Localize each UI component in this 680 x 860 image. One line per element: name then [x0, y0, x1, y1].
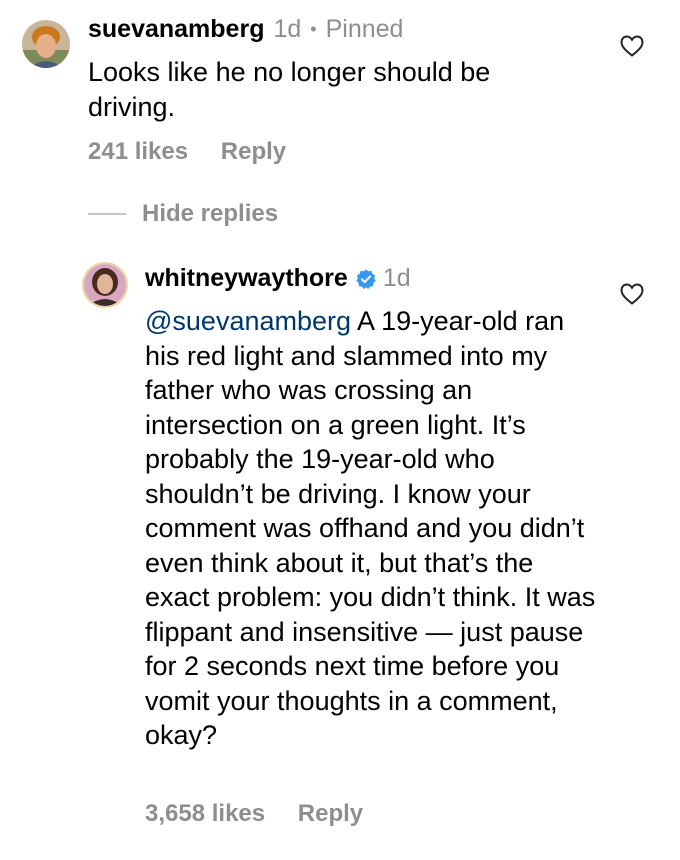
- comment-time: 1d: [273, 15, 302, 43]
- avatar-photo: [22, 20, 70, 68]
- reply-text-block: @suevanamberg A 19-year-old ran his red …: [145, 304, 605, 753]
- reply-reply-button[interactable]: Reply: [298, 800, 363, 828]
- reply-username[interactable]: whitneywaythore: [145, 264, 348, 293]
- reply-likes[interactable]: 3,658 likes: [145, 800, 265, 828]
- reply-time: 1d: [382, 264, 411, 292]
- comment-text: Looks like he no longer should be drivin…: [88, 57, 491, 122]
- reply-header: whitneywaythore 1d: [145, 264, 411, 293]
- heart-icon[interactable]: [620, 35, 644, 57]
- reply-avatar[interactable]: [82, 262, 128, 308]
- reply-avatar-photo: [84, 264, 126, 306]
- comment-username[interactable]: suevanamberg: [88, 15, 264, 44]
- pinned-label: Pinned: [325, 15, 404, 43]
- comment-actions: 241 likes Reply: [88, 138, 286, 166]
- separator-dot: •: [310, 19, 317, 39]
- comment-header: suevanamberg 1d • Pinned: [88, 15, 403, 44]
- reply-actions: 3,658 likes Reply: [145, 800, 363, 828]
- comment-reply-button[interactable]: Reply: [221, 138, 286, 166]
- avatar[interactable]: [22, 20, 70, 68]
- comment-likes[interactable]: 241 likes: [88, 138, 188, 166]
- divider-line: [88, 213, 126, 215]
- reply-text: A 19-year-old ran his red light and slam…: [145, 306, 596, 750]
- hide-replies-label: Hide replies: [142, 200, 279, 227]
- reply-mention-link[interactable]: @suevanamberg: [145, 306, 351, 336]
- reply-heart-icon[interactable]: [620, 283, 644, 305]
- hide-replies-button[interactable]: Hide replies: [88, 200, 278, 228]
- verified-badge-icon: [356, 268, 376, 289]
